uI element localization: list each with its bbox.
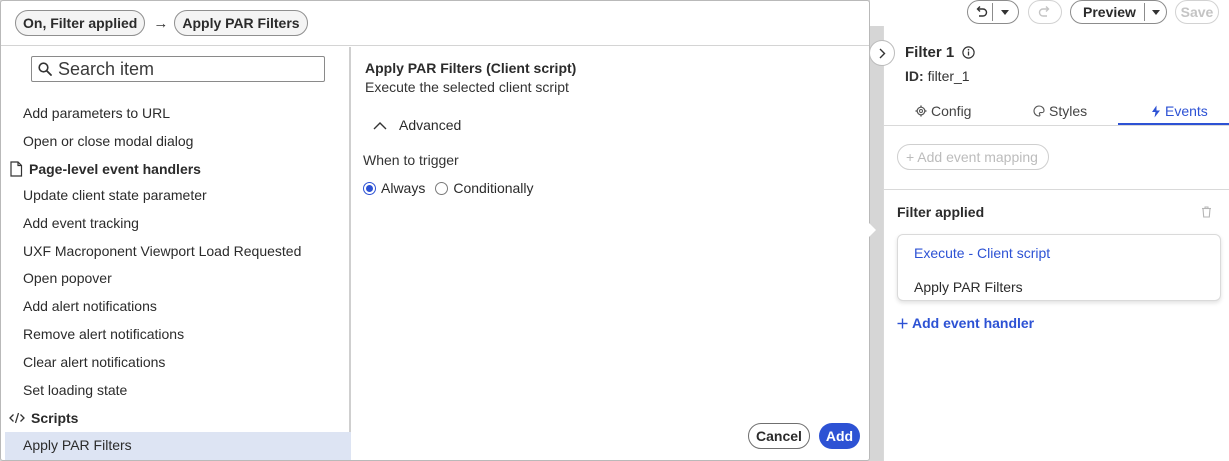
- list-item-clear-alert-notifications[interactable]: Clear alert notifications: [23, 353, 165, 371]
- trash-icon[interactable]: [1201, 206, 1212, 218]
- list-item-add-parameters-to-url[interactable]: Add parameters to URL: [23, 104, 170, 122]
- top-toolbar: Preview Save: [870, 0, 1229, 26]
- group-label: Page-level event handlers: [29, 161, 201, 177]
- detail-subtitle: Execute the selected client script: [365, 79, 569, 95]
- id-label: ID:: [905, 68, 924, 84]
- handler-name: Apply PAR Filters: [914, 279, 1023, 295]
- search-box: [31, 56, 325, 82]
- radio-always[interactable]: [363, 181, 376, 195]
- handler-type-link[interactable]: Execute - Client script: [914, 245, 1050, 261]
- group-scripts: Scripts: [9, 409, 78, 427]
- section-divider: [884, 189, 1229, 190]
- undo-split-button[interactable]: [967, 0, 1019, 24]
- handler-detail-pane: Apply PAR Filters (Client script) Execut…: [353, 47, 869, 460]
- detail-title: Apply PAR Filters (Client script): [365, 60, 577, 76]
- undo-icon: [976, 6, 988, 17]
- add-button[interactable]: Add: [819, 423, 860, 449]
- tab-config[interactable]: Config: [915, 103, 971, 119]
- component-title: Filter 1: [905, 44, 975, 61]
- list-item-open-popover[interactable]: Open popover: [23, 269, 112, 287]
- radio-always-label[interactable]: Always: [381, 180, 425, 196]
- event-name-label: Filter applied: [897, 204, 985, 220]
- search-icon: [38, 62, 52, 76]
- chevron-down-icon[interactable]: [1000, 9, 1010, 16]
- list-item-add-alert-notifications[interactable]: Add alert notifications: [23, 297, 157, 315]
- event-handler-card[interactable]: Execute - Client script Apply PAR Filter…: [897, 234, 1221, 301]
- redo-icon: [1038, 6, 1050, 17]
- advanced-label: Advanced: [399, 117, 462, 133]
- list-item-remove-alert-notifications[interactable]: Remove alert notifications: [23, 325, 184, 343]
- active-tab-indicator: [1118, 123, 1229, 125]
- list-item-open-close-modal[interactable]: Open or close modal dialog: [23, 132, 193, 150]
- trigger-label: When to trigger: [363, 152, 459, 168]
- document-icon: [10, 161, 23, 177]
- chevron-down-icon[interactable]: [1151, 9, 1161, 16]
- event-handler-modal: On, Filter applied → Apply PAR Filters A…: [0, 0, 870, 461]
- panel-tabs: Config Styles Events: [884, 98, 1229, 126]
- gear-icon: [915, 105, 927, 117]
- list-item-uxf-viewport-load[interactable]: UXF Macroponent Viewport Load Requested: [23, 242, 301, 260]
- palette-icon: [1033, 105, 1045, 117]
- search-input[interactable]: [58, 58, 308, 80]
- id-value: filter_1: [927, 68, 970, 84]
- tab-label: Config: [931, 103, 972, 119]
- add-event-mapping-button[interactable]: + Add event mapping: [897, 144, 1049, 170]
- breadcrumb-event-pill[interactable]: On, Filter applied: [15, 10, 146, 36]
- preview-label[interactable]: Preview: [1083, 4, 1136, 20]
- component-id: ID: filter_1: [905, 68, 970, 84]
- popover-pointer: [866, 220, 876, 240]
- component-name: Filter 1: [905, 44, 955, 61]
- lightning-icon: [1152, 105, 1160, 117]
- trigger-radio-group: Always Conditionally: [363, 180, 534, 196]
- tab-events[interactable]: Events: [1151, 103, 1208, 119]
- code-icon: [9, 412, 25, 424]
- info-icon[interactable]: [962, 46, 975, 59]
- advanced-toggle[interactable]: Advanced: [373, 117, 461, 133]
- list-item-add-event-tracking[interactable]: Add event tracking: [23, 214, 139, 232]
- plus-icon: [897, 318, 908, 328]
- redo-button[interactable]: [1028, 0, 1062, 24]
- breadcrumb-action-pill[interactable]: Apply PAR Filters: [174, 10, 308, 36]
- list-item-update-client-state[interactable]: Update client state parameter: [23, 186, 207, 204]
- radio-conditionally-label[interactable]: Conditionally: [453, 180, 533, 196]
- properties-panel: Filter 1 ID: filter_1 Config Styles Even…: [883, 26, 1229, 461]
- chevron-up-icon: [373, 121, 387, 129]
- radio-conditionally[interactable]: [435, 181, 449, 195]
- arrow-right-icon: →: [153, 14, 169, 32]
- cancel-button[interactable]: Cancel: [748, 423, 810, 449]
- save-button[interactable]: Save: [1175, 0, 1219, 24]
- tab-label: Events: [1165, 103, 1208, 119]
- add-event-handler-label: Add event handler: [912, 315, 1035, 331]
- tab-styles[interactable]: Styles: [1033, 103, 1087, 119]
- preview-split-button[interactable]: Preview: [1070, 0, 1167, 24]
- add-event-handler-button[interactable]: Add event handler: [897, 315, 1034, 331]
- handler-list-pane: Add parameters to URL Open or close moda…: [3, 47, 351, 460]
- collapse-panel-button[interactable]: [869, 40, 895, 66]
- tab-label: Styles: [1049, 103, 1088, 119]
- group-label: Scripts: [31, 410, 79, 426]
- list-item-set-loading-state[interactable]: Set loading state: [23, 381, 127, 399]
- list-item-apply-par-filters[interactable]: Apply PAR Filters: [23, 436, 132, 454]
- group-page-level-event-handlers: Page-level event handlers: [9, 160, 201, 178]
- chevron-right-icon: [879, 48, 886, 58]
- modal-header: On, Filter applied → Apply PAR Filters: [1, 1, 869, 46]
